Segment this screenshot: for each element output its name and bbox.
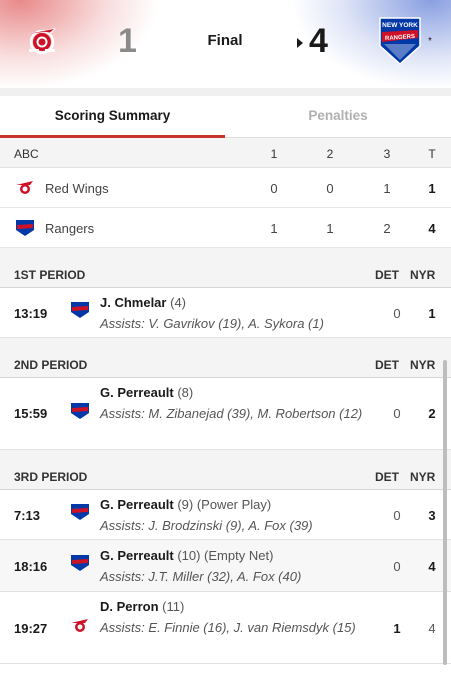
- period-header-3: 3RD PERIOD DET NYR: [0, 460, 451, 490]
- home-score: 1: [118, 22, 137, 60]
- winner-arrow-icon: [297, 38, 303, 48]
- scorer-name: D. Perron: [100, 599, 159, 614]
- period-1-goals: 0: [270, 181, 278, 196]
- det-column-label: DET: [375, 470, 399, 484]
- linescore-row-rangers[interactable]: Rangers 1 1 2 4: [0, 208, 451, 248]
- det-score: 0: [393, 306, 401, 321]
- nyr-column-label: NYR: [410, 268, 436, 282]
- red-wings-logo-icon: [16, 181, 33, 194]
- section-gap: [0, 88, 451, 96]
- goal-scorer[interactable]: G. Perreault (8): [100, 385, 193, 400]
- det-column-label: DET: [375, 358, 399, 372]
- goal-time: 18:16: [14, 559, 48, 574]
- det-score: 1: [393, 621, 401, 636]
- rangers-logo-icon: [16, 220, 34, 236]
- nyr-score: 4: [428, 559, 436, 574]
- total-goals: 4: [428, 221, 436, 236]
- period-1-header: 1: [270, 147, 278, 161]
- det-column-label: DET: [375, 268, 399, 282]
- section-gap: [0, 338, 451, 348]
- rangers-logo-text-top: NEW YORK: [382, 22, 418, 29]
- scorer-name: G. Perreault: [100, 548, 174, 563]
- period-3-goals: 1: [383, 181, 391, 196]
- det-score: 0: [393, 559, 401, 574]
- goal-scorer[interactable]: D. Perron (11): [100, 599, 184, 614]
- nyr-column-label: NYR: [410, 470, 436, 484]
- goal-row[interactable]: 15:59 G. Perreault (8) Assists: M. Ziban…: [0, 378, 451, 450]
- goal-assists: Assists: J. Brodzinski (9), A. Fox (39): [100, 518, 313, 533]
- game-header: 1 Final 4 NEW YORK RANGERS *: [0, 0, 451, 92]
- scorer-name: G. Perreault: [100, 385, 174, 400]
- linescore-header: ABC 1 2 3 T: [0, 138, 451, 168]
- goal-row[interactable]: 18:16 G. Perreault (10) (Empty Net) Assi…: [0, 540, 451, 592]
- red-wings-logo-icon: [71, 619, 88, 632]
- tab-scoring-summary[interactable]: Scoring Summary: [0, 96, 225, 138]
- period-3-header: 3: [383, 147, 391, 161]
- tab-penalties[interactable]: Penalties: [225, 96, 451, 138]
- det-score: 0: [393, 508, 401, 523]
- period-2-goals: 0: [326, 181, 334, 196]
- period-label: 1ST PERIOD: [14, 268, 86, 282]
- scorer-goal-count: (4): [170, 295, 186, 310]
- section-gap: [0, 248, 451, 258]
- total-header: T: [428, 147, 436, 161]
- period-header-1: 1ST PERIOD DET NYR: [0, 258, 451, 288]
- nyr-score: 1: [428, 306, 436, 321]
- nyr-score: 4: [428, 621, 436, 636]
- rangers-logo-icon: [71, 302, 89, 318]
- scorer-goal-count: (9) (Power Play): [177, 497, 272, 512]
- rangers-logo-icon[interactable]: NEW YORK RANGERS: [378, 16, 422, 66]
- scorer-goal-count: (11): [162, 599, 185, 614]
- period-3-goals: 2: [383, 221, 391, 236]
- scorer-name: J. Chmelar: [100, 295, 167, 310]
- linescore-header-label: ABC: [14, 147, 39, 161]
- goal-scorer[interactable]: J. Chmelar (4): [100, 295, 186, 310]
- goal-time: 15:59: [14, 406, 48, 421]
- goal-assists: Assists: J.T. Miller (32), A. Fox (40): [100, 569, 302, 584]
- period-1-goals: 1: [270, 221, 278, 236]
- scorer-name: G. Perreault: [100, 497, 174, 512]
- linescore-row-red-wings[interactable]: Red Wings 0 0 1 1: [0, 168, 451, 208]
- goal-assists: Assists: E. Finnie (16), J. van Riemsdyk…: [100, 620, 356, 635]
- rangers-logo-icon: [71, 403, 89, 419]
- nyr-score: 2: [428, 406, 436, 421]
- total-goals: 1: [428, 181, 436, 196]
- team-name: Red Wings: [45, 181, 109, 196]
- scorer-goal-count: (8): [177, 385, 194, 400]
- rangers-logo-icon: [71, 555, 89, 571]
- goal-time: 7:13: [14, 508, 41, 523]
- goal-time: 19:27: [14, 621, 48, 636]
- period-2-header: 2: [326, 147, 334, 161]
- goal-scorer[interactable]: G. Perreault (9) (Power Play): [100, 497, 271, 512]
- goal-scorer[interactable]: G. Perreault (10) (Empty Net): [100, 548, 273, 563]
- favorite-star-icon[interactable]: *: [428, 36, 432, 47]
- goal-row[interactable]: 13:19 J. Chmelar (4) Assists: V. Gavriko…: [0, 288, 451, 338]
- period-header-2: 2ND PERIOD DET NYR: [0, 348, 451, 378]
- rangers-logo-icon: [71, 504, 89, 520]
- goal-row[interactable]: 7:13 G. Perreault (9) (Power Play) Assis…: [0, 490, 451, 540]
- nyr-score: 3: [428, 508, 436, 523]
- period-label: 3RD PERIOD: [14, 470, 88, 484]
- section-gap: [0, 450, 451, 460]
- period-2-goals: 1: [326, 221, 334, 236]
- game-status: Final: [207, 32, 243, 49]
- det-score: 0: [393, 406, 401, 421]
- goal-assists: Assists: M. Zibanejad (39), M. Robertson…: [100, 406, 363, 421]
- team-name: Rangers: [45, 221, 95, 236]
- tab-bar: Scoring Summary Penalties: [0, 96, 451, 138]
- red-wings-logo-icon[interactable]: [22, 20, 62, 60]
- period-label: 2ND PERIOD: [14, 358, 88, 372]
- scorer-goal-count: (10) (Empty Net): [177, 548, 274, 563]
- goal-time: 13:19: [14, 306, 48, 321]
- nyr-column-label: NYR: [410, 358, 436, 372]
- goal-assists: Assists: V. Gavrikov (19), A. Sykora (1): [100, 316, 324, 331]
- goal-row[interactable]: 19:27 D. Perron (11) Assists: E. Finnie …: [0, 592, 451, 664]
- scrollbar[interactable]: [443, 360, 447, 665]
- away-score: 4: [309, 22, 328, 60]
